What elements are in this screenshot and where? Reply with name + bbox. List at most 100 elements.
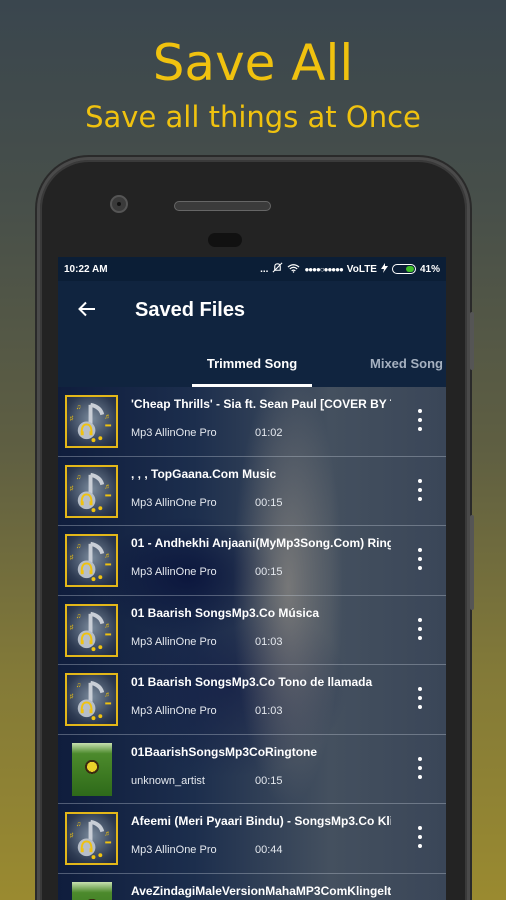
more-vert-icon-dot	[418, 756, 422, 761]
app-icon-thumbnail: ♫ ♯ ♬	[65, 395, 118, 448]
battery-level-fill	[405, 266, 414, 272]
file-artist: Mp3 AllinOne Pro	[131, 844, 217, 856]
bolt-icon	[380, 262, 388, 276]
more-vert-icon-dot	[418, 557, 422, 561]
svg-text:♫: ♫	[76, 682, 81, 689]
file-title: Afeemi (Meri Pyaari Bindu) - SongsMp3.Co…	[131, 814, 391, 828]
file-duration: 01:03	[255, 705, 283, 717]
power-button	[470, 312, 474, 370]
file-artist: unknown_artist	[131, 774, 205, 787]
network-type: VoLTE	[346, 263, 377, 275]
more-vert-icon-dot	[418, 418, 422, 422]
earpiece-speaker	[174, 201, 271, 211]
svg-text:♬: ♬	[104, 414, 111, 421]
svg-text:♬: ♬	[104, 622, 111, 629]
file-list-item[interactable]: AveZindagiMaleVersionMahaMP3ComKlingelto…	[58, 874, 446, 900]
more-options-button[interactable]	[416, 409, 424, 431]
proximity-sensor	[208, 233, 242, 247]
more-vert-icon-dot	[418, 409, 422, 413]
file-title: , , , TopGaana.Com Music	[131, 466, 277, 481]
svg-text:♬: ♬	[104, 831, 111, 838]
promo-title: Save All	[152, 34, 354, 92]
svg-text:♫: ♫	[76, 404, 81, 411]
file-artist: Mp3 AllinOne Pro	[131, 496, 217, 509]
app-icon-thumbnail: ♫ ♯ ♬	[65, 603, 118, 657]
file-list-item[interactable]: ♫ ♯ ♬ Afeemi (Meri Pyaari Bindu) - SongsMp…	[58, 804, 446, 874]
more-vert-icon-dot	[418, 487, 422, 492]
more-vert-icon-dot	[418, 566, 422, 570]
file-list-item[interactable]: ♫ ♯ ♬ 01 Baarish SongsMp3.Co Música Mp3 Al…	[58, 596, 446, 665]
svg-text:♬: ♬	[104, 483, 111, 490]
more-notifications-icon: ...	[260, 263, 269, 275]
battery-percent: 41%	[419, 263, 440, 275]
more-vert-icon-dot	[418, 696, 422, 700]
music-note-app-icon: ♫♯ ♬	[70, 819, 112, 860]
svg-text:♯: ♯	[70, 624, 74, 631]
tab-trimmed-song[interactable]: Trimmed Song	[192, 339, 312, 387]
status-time: 10:22 AM	[64, 263, 108, 275]
file-list-item[interactable]: ♫ ♯ ♬ 01 Baarish SongsMp3.Co Tono de llama…	[58, 665, 446, 735]
file-list-item[interactable]: 01BaarishSongsMp3CoRingtone unknown_arti…	[58, 735, 446, 804]
volume-button	[470, 515, 474, 610]
app-icon-thumbnail: ♫ ♯ ♬	[65, 812, 118, 865]
file-title: AveZindagiMaleVersionMahaMP3ComKlingelto…	[131, 883, 391, 898]
status-bar: 10:22 AM ... ●●●●○●●●●● VoLTE 41%	[58, 257, 446, 281]
more-options-button[interactable]	[416, 548, 424, 570]
app-icon-thumbnail: ♫ ♯ ♬	[65, 673, 118, 726]
page-title: Saved Files	[135, 298, 246, 321]
more-vert-icon-dot	[418, 835, 422, 839]
file-duration: 00:15	[255, 566, 283, 578]
file-artist: Mp3 AllinOne Pro	[131, 635, 217, 648]
svg-text:♯: ♯	[70, 555, 74, 562]
more-vert-icon-dot	[418, 774, 422, 779]
file-title: 01BaarishSongsMp3CoRingtone	[131, 744, 318, 759]
front-camera	[110, 195, 128, 213]
file-list-item[interactable]: ♫ ♯ ♬ , , , TopGaana.Com Music Mp3 AllinOn…	[58, 457, 446, 526]
music-note-app-icon: ♫♯ ♬	[70, 402, 112, 443]
more-vert-icon-dot	[418, 478, 422, 483]
saved-files-list: ♫ ♯ ♬ 'Cheap Thrills' - Sia ft. Sean Paul …	[58, 387, 446, 900]
tab-mixed-song[interactable]: Mixed Song	[370, 339, 443, 387]
more-vert-icon-dot	[418, 626, 422, 631]
file-list-item[interactable]: ♫ ♯ ♬ 01 - Andhekhi Anjaani(MyMp3Song.Com)…	[58, 526, 446, 596]
more-vert-icon-dot	[418, 844, 422, 848]
sunflower-photo-thumbnail	[72, 742, 112, 796]
back-button[interactable]	[58, 298, 116, 322]
more-options-button[interactable]	[416, 687, 424, 709]
more-vert-icon-dot	[418, 687, 422, 691]
file-artist: Mp3 AllinOne Pro	[131, 427, 217, 439]
arrow-left-icon	[78, 301, 95, 317]
app-icon-thumbnail: ♫ ♯ ♬	[65, 464, 118, 518]
file-artist: Mp3 AllinOne Pro	[131, 705, 217, 717]
more-options-button[interactable]	[416, 756, 424, 779]
file-list-item[interactable]: ♫ ♯ ♬ 'Cheap Thrills' - Sia ft. Sean Paul …	[58, 387, 446, 457]
more-options-button[interactable]	[416, 478, 424, 501]
file-duration: 00:15	[255, 496, 283, 509]
more-vert-icon-dot	[418, 548, 422, 552]
more-vert-icon-dot	[418, 765, 422, 770]
more-options-button[interactable]	[416, 826, 424, 848]
svg-text:♫: ♫	[76, 473, 81, 480]
svg-text:♯: ♯	[70, 485, 74, 492]
signal-strength: ●●●●○●●●●●	[304, 264, 343, 274]
music-note-app-icon: ♫♯ ♬	[70, 541, 112, 582]
app-icon-thumbnail: ♫ ♯ ♬	[65, 534, 118, 587]
file-title: 01 Baarish SongsMp3.Co Tono de llamada	[131, 675, 373, 689]
more-vert-icon-dot	[418, 705, 422, 709]
svg-text:♬: ♬	[104, 553, 111, 560]
music-note-app-icon: ♫♯ ♬	[70, 472, 112, 512]
file-title: 'Cheap Thrills' - Sia ft. Sean Paul [COV…	[131, 397, 391, 411]
svg-text:♯: ♯	[70, 694, 74, 701]
more-options-button[interactable]	[416, 617, 424, 640]
file-duration: 00:44	[255, 844, 283, 856]
tab-bar: Trimmed Song Mixed Song	[58, 339, 446, 387]
svg-text:♫: ♫	[76, 612, 81, 619]
app-bar: Saved Files	[58, 281, 446, 339]
file-title: 01 - Andhekhi Anjaani(MyMp3Song.Com) Rin…	[131, 536, 391, 550]
battery-icon	[391, 264, 416, 274]
more-vert-icon-dot	[418, 617, 422, 622]
music-note-app-icon: ♫♯ ♬	[70, 680, 112, 721]
more-vert-icon-dot	[418, 496, 422, 501]
promo-subtitle: Save all things at Once	[85, 100, 421, 134]
more-vert-icon-dot	[418, 635, 422, 640]
